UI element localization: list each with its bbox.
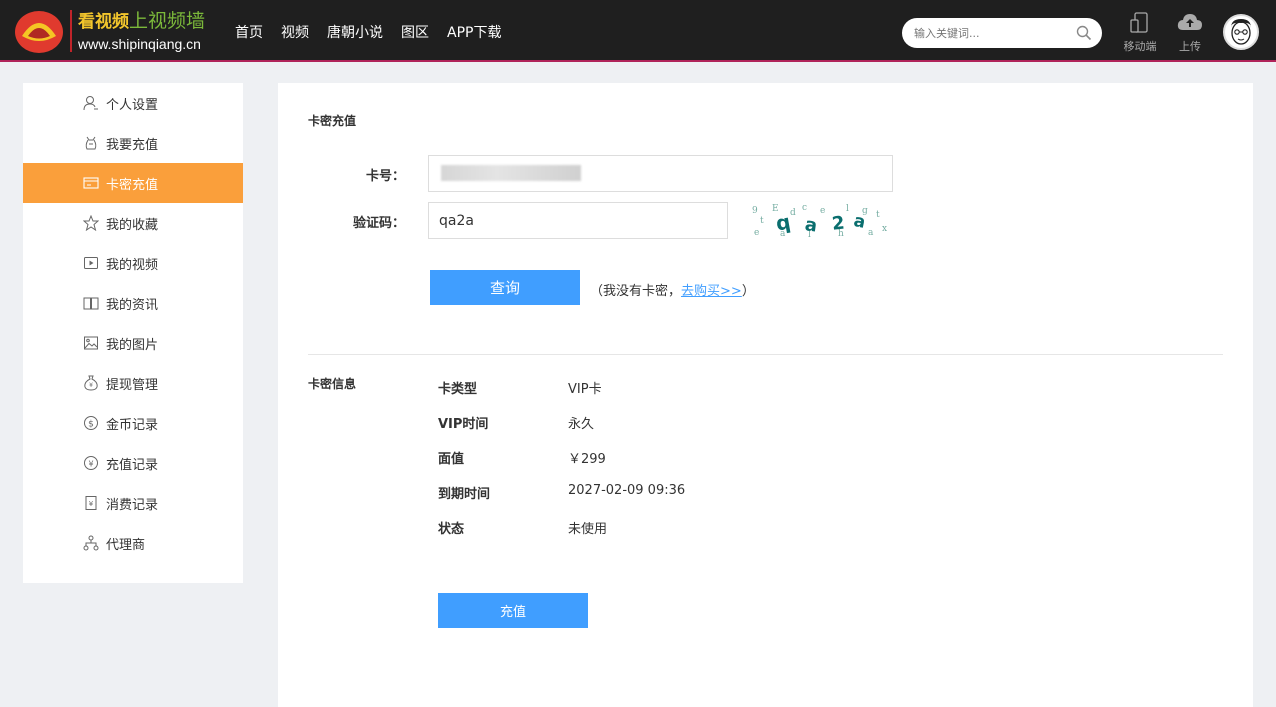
info-value-vip-time: 永久 xyxy=(568,417,595,432)
logo-divider xyxy=(70,10,72,52)
info-value-expiry: 2027-02-09 09:36 xyxy=(568,483,686,498)
book-icon xyxy=(83,297,99,310)
sidebar-item-spending-records[interactable]: ¥ 消费记录 xyxy=(23,483,243,523)
sidebar-item-label: 我的图片 xyxy=(106,338,159,353)
buy-card-note: （我没有卡密，去购买>>） xyxy=(590,284,755,299)
sidebar-item-recharge[interactable]: 我要充值 xyxy=(23,123,243,163)
sidebar-item-withdraw[interactable]: ¥ 提现管理 xyxy=(23,363,243,403)
info-key-expiry: 到期时间 xyxy=(438,487,491,502)
svg-text:c: c xyxy=(802,203,807,213)
money-bag-icon: ¥ xyxy=(84,375,98,391)
captcha-input[interactable] xyxy=(428,202,728,239)
sidebar-item-label: 金币记录 xyxy=(106,418,159,433)
main-nav: 首页 视频 唐朝小说 图区 APP下载 xyxy=(235,22,519,42)
sidebar-item-personal-settings[interactable]: 个人设置 xyxy=(23,83,243,123)
svg-text:e: e xyxy=(754,228,759,238)
sidebar-item-coin-records[interactable]: $ 金币记录 xyxy=(23,403,243,443)
info-key-vip-time: VIP时间 xyxy=(438,417,489,432)
svg-text:¥: ¥ xyxy=(89,382,93,389)
nav-video[interactable]: 视频 xyxy=(281,22,309,42)
avatar-face-icon xyxy=(1231,19,1251,45)
info-key-face-value: 面值 xyxy=(438,452,465,467)
star-icon xyxy=(83,215,99,231)
coin-icon: $ xyxy=(84,416,98,430)
svg-text:¥: ¥ xyxy=(88,460,93,469)
video-icon xyxy=(84,257,98,269)
captcha-image[interactable]: 9tE dce lgt eal hax q a 2 a xyxy=(750,201,893,239)
nav-gallery[interactable]: 图区 xyxy=(401,22,429,42)
sidebar-item-label: 消费记录 xyxy=(106,498,159,513)
brand-url: www.shipinqiang.cn xyxy=(78,35,201,52)
receipt-icon: ¥ xyxy=(85,496,97,510)
svg-text:$: $ xyxy=(88,420,94,430)
redacted-card-number xyxy=(441,165,581,181)
recharge-button[interactable]: 充值 xyxy=(438,593,588,628)
mobile-icon xyxy=(1130,12,1148,33)
info-value-face-value: ￥299 xyxy=(568,452,606,467)
search-input[interactable] xyxy=(914,25,1074,41)
svg-text:l: l xyxy=(846,204,849,214)
info-key-status: 状态 xyxy=(438,522,465,537)
mobile-button[interactable]: 移动端 xyxy=(1118,12,1162,54)
top-navbar: 看视频上视频墙 www.shipinqiang.cn 首页 视频 唐朝小说 图区… xyxy=(0,0,1276,62)
user-icon xyxy=(83,96,98,111)
sidebar-item-label: 充值记录 xyxy=(106,458,159,473)
wallet-icon xyxy=(85,136,97,150)
cloud-upload-icon xyxy=(1177,14,1202,30)
sidebar-item-card-recharge[interactable]: 卡密充值 xyxy=(23,163,243,203)
sidebar-item-label: 提现管理 xyxy=(106,378,159,393)
card-icon xyxy=(83,177,99,189)
sidebar-item-label: 我要充值 xyxy=(106,138,159,153)
info-value-card-type: VIP卡 xyxy=(568,382,602,397)
avatar[interactable] xyxy=(1223,14,1259,50)
svg-text:a: a xyxy=(868,228,874,238)
search-box xyxy=(902,18,1102,48)
svg-text:¥: ¥ xyxy=(89,500,94,508)
brand-title: 看视频上视频墙 xyxy=(78,9,206,32)
sidebar-item-agent[interactable]: 代理商 xyxy=(23,523,243,563)
svg-text:x: x xyxy=(882,224,887,234)
mobile-label: 移动端 xyxy=(1123,40,1157,53)
svg-text:9: 9 xyxy=(752,206,758,216)
section-divider xyxy=(308,354,1223,355)
svg-text:e: e xyxy=(820,206,825,216)
image-icon xyxy=(84,336,98,350)
sidebar-item-label: 我的视频 xyxy=(106,258,159,273)
network-icon xyxy=(83,535,99,551)
sidebar-item-recharge-records[interactable]: ¥ 充值记录 xyxy=(23,443,243,483)
main-panel: 卡密充值 卡号： 验证码： 9tE dce lgt eal hax q a 2 … xyxy=(278,83,1253,707)
sidebar-item-label: 代理商 xyxy=(106,538,146,553)
search-icon[interactable] xyxy=(1076,25,1092,41)
sidebar-item-label: 我的收藏 xyxy=(106,218,159,233)
sidebar: 个人设置 我要充值 卡密充值 我的收藏 我的视频 我的资讯 我的图片 ¥ 提现管… xyxy=(23,83,243,583)
sidebar-item-my-videos[interactable]: 我的视频 xyxy=(23,243,243,283)
info-key-card-type: 卡类型 xyxy=(438,382,478,397)
sidebar-item-my-news[interactable]: 我的资讯 xyxy=(23,283,243,323)
section-title: 卡密充值 xyxy=(308,114,357,128)
nav-tang-novel[interactable]: 唐朝小说 xyxy=(327,22,383,42)
sidebar-item-label: 卡密充值 xyxy=(106,178,159,193)
sidebar-item-my-images[interactable]: 我的图片 xyxy=(23,323,243,363)
yuan-circle-icon: ¥ xyxy=(84,456,98,470)
svg-text:2: 2 xyxy=(831,213,846,235)
query-button[interactable]: 查询 xyxy=(430,270,580,305)
logo-icon xyxy=(15,11,63,53)
nav-home[interactable]: 首页 xyxy=(235,22,263,42)
nav-app-download[interactable]: APP下载 xyxy=(447,22,501,42)
buy-card-link[interactable]: 去购买>> xyxy=(681,284,742,299)
upload-button[interactable]: 上传 xyxy=(1168,12,1212,54)
sidebar-item-favorites[interactable]: 我的收藏 xyxy=(23,203,243,243)
card-info-title: 卡密信息 xyxy=(308,377,357,391)
card-number-input[interactable] xyxy=(428,155,893,192)
sidebar-item-label: 个人设置 xyxy=(106,98,159,113)
svg-text:t: t xyxy=(760,216,764,226)
captcha-label: 验证码： xyxy=(352,216,405,231)
card-number-label: 卡号： xyxy=(365,169,405,184)
site-logo[interactable]: 看视频上视频墙 www.shipinqiang.cn xyxy=(14,8,205,54)
svg-text:t: t xyxy=(876,210,880,220)
upload-label: 上传 xyxy=(1179,40,1201,53)
info-value-status: 未使用 xyxy=(568,522,608,537)
sidebar-item-label: 我的资讯 xyxy=(106,298,159,313)
svg-text:d: d xyxy=(790,208,796,218)
